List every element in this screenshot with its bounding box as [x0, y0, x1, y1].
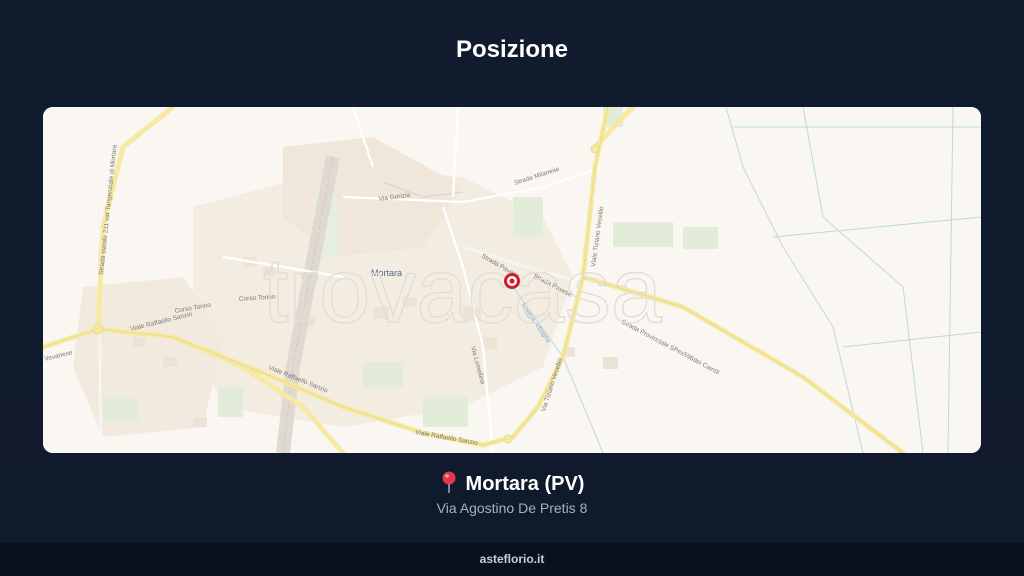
footer-site-name[interactable]: asteflorio.it [480, 552, 545, 566]
location-map[interactable]: Via Gorizia Strada Milanese Strada Paves… [43, 107, 981, 453]
round-pushpin-icon [442, 471, 456, 493]
footer-bar: asteflorio.it [0, 543, 1024, 576]
city-name: Mortara (PV) [465, 473, 585, 495]
trovacasa-watermark: trovacasa [263, 240, 663, 342]
section-title: Posizione [455, 36, 569, 63]
location-marker-icon[interactable] [504, 273, 520, 289]
location-heading: Mortara (PV) [0, 471, 1024, 496]
map-canvas[interactable]: Via Gorizia Strada Milanese Strada Paves… [43, 107, 981, 453]
street-address: Via Agostino De Pretis 8 [436, 500, 588, 516]
